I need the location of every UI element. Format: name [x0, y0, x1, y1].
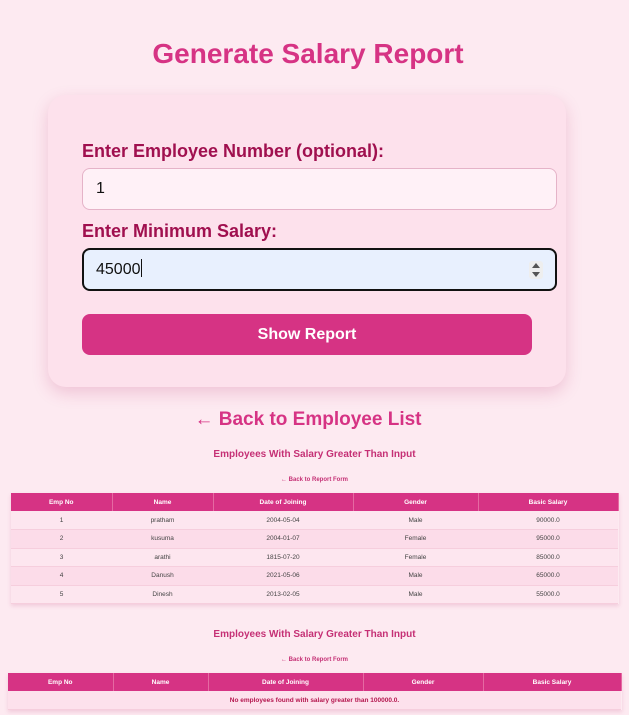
cell-name: Dinesh: [112, 585, 213, 604]
cell-name: pratham: [112, 511, 213, 530]
cell-emp-no: 5: [11, 585, 112, 604]
text-caret: [140, 259, 142, 277]
cell-gender: Female: [353, 529, 478, 549]
minimum-salary-input[interactable]: 45000: [82, 248, 557, 291]
employee-number-label: Enter Employee Number (optional):: [82, 141, 385, 161]
back-to-report-form-link[interactable]: ← Back to Report Form: [0, 657, 629, 663]
employee-number-input[interactable]: 1: [82, 168, 557, 210]
cell-date-of-joining: 2021-05-06: [213, 566, 353, 586]
show-report-button[interactable]: Show Report: [82, 314, 532, 355]
page-title: Generate Salary Report: [152, 38, 464, 69]
column-header-emp-no: Emp No: [11, 493, 113, 511]
spinner-down-icon[interactable]: [532, 272, 540, 277]
empty-row: No employees found with salary greater t…: [8, 691, 621, 710]
cell-gender: Female: [353, 548, 478, 567]
cell-emp-no: 3: [11, 548, 112, 567]
table-header-row: Emp No Name Date of Joining Gender Basic…: [8, 673, 622, 691]
cell-name: kusuma: [112, 529, 213, 549]
spinner-up-icon[interactable]: [532, 263, 540, 268]
column-header-gender: Gender: [363, 673, 484, 691]
column-header-emp-no: Emp No: [8, 673, 114, 691]
cell-name: arathi: [112, 548, 213, 567]
column-header-basic-salary: Basic Salary: [478, 493, 619, 511]
minimum-salary-value: 45000: [96, 261, 141, 278]
employee-number-value: 1: [96, 180, 105, 197]
table-row: 3 arathi 1815-07-20 Female 85000.0: [11, 548, 618, 567]
cell-gender: Male: [353, 585, 478, 604]
report-title: Employees With Salary Greater Than Input: [213, 629, 416, 640]
empty-message: No employees found with salary greater t…: [8, 691, 621, 710]
table-row: 5 Dinesh 2013-02-05 Male 55000.0: [11, 585, 618, 604]
cell-name: Danush: [112, 566, 213, 586]
table-row: 1 pratham 2004-05-04 Male 90000.0: [11, 511, 618, 530]
report-title: Employees With Salary Greater Than Input: [213, 449, 416, 460]
cell-date-of-joining: 1815-07-20: [213, 548, 353, 567]
table-row: 4 Danush 2021-05-06 Male 65000.0: [11, 566, 618, 586]
column-header-date-of-joining: Date of Joining: [208, 673, 364, 691]
cell-date-of-joining: 2004-05-04: [213, 511, 353, 530]
cell-date-of-joining: 2013-02-05: [213, 585, 353, 604]
minimum-salary-label: Enter Minimum Salary:: [82, 221, 278, 241]
cell-basic-salary: 95000.0: [478, 529, 618, 549]
cell-basic-salary: 55000.0: [478, 585, 618, 604]
salary-report-table: Emp No Name Date of Joining Gender Basic…: [8, 673, 622, 710]
cell-basic-salary: 90000.0: [478, 511, 618, 530]
report-form-card: Enter Employee Number (optional): 1 Ente…: [48, 95, 566, 387]
cell-emp-no: 1: [11, 511, 112, 530]
column-header-name: Name: [112, 493, 214, 511]
back-to-report-form-link[interactable]: ← Back to Report Form: [0, 477, 629, 483]
column-header-basic-salary: Basic Salary: [483, 673, 622, 691]
back-to-employee-list-link[interactable]: ← Back to Employee List: [0, 409, 616, 431]
column-header-gender: Gender: [353, 493, 479, 511]
cell-date-of-joining: 2004-01-07: [213, 529, 353, 549]
column-header-date-of-joining: Date of Joining: [213, 493, 354, 511]
cell-basic-salary: 85000.0: [478, 548, 618, 567]
cell-basic-salary: 65000.0: [478, 566, 618, 586]
number-spinner[interactable]: [529, 261, 543, 279]
cell-emp-no: 2: [11, 529, 112, 549]
cell-gender: Male: [353, 511, 478, 530]
column-header-name: Name: [113, 673, 209, 691]
table-row: 2 kusuma 2004-01-07 Female 95000.0: [11, 529, 618, 549]
cell-emp-no: 4: [11, 566, 112, 586]
table-header-row: Emp No Name Date of Joining Gender Basic…: [11, 493, 619, 511]
cell-gender: Male: [353, 566, 478, 586]
salary-report-table: Emp No Name Date of Joining Gender Basic…: [11, 493, 619, 604]
